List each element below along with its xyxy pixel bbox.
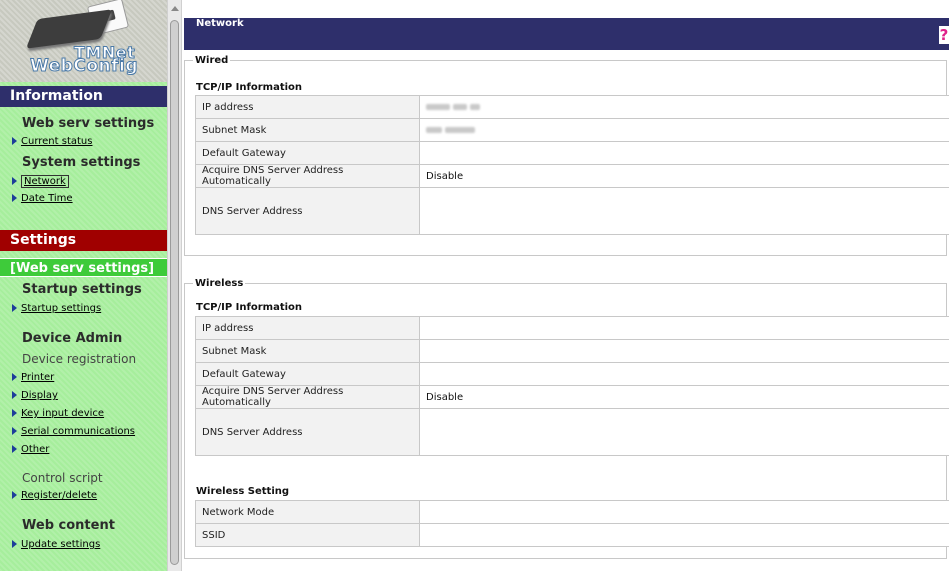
row-label: Acquire DNS Server Address Automatically	[195, 385, 420, 409]
nav-link-serial-communications[interactable]: Serial communications	[12, 426, 135, 437]
row-label: Acquire DNS Server Address Automatically	[195, 164, 420, 188]
device-registration-label: Device registration	[22, 352, 137, 366]
row-label: Default Gateway	[195, 362, 420, 386]
link-arrow-icon	[12, 491, 17, 499]
sidebar: TMNet WebConfig Information Web serv set…	[0, 0, 167, 571]
nav-link-key-input-device[interactable]: Key input device	[12, 408, 104, 419]
link-arrow-icon	[12, 427, 17, 435]
wired-tcpip-title: TCP/IP Information	[196, 82, 303, 93]
page-title: Network	[196, 18, 244, 29]
wired-legend: Wired	[195, 55, 229, 66]
nav-link-register-delete[interactable]: Register/delete	[12, 490, 97, 501]
nav-link-network[interactable]: Network	[12, 175, 69, 188]
wireless-legend: Wireless	[195, 278, 244, 289]
table-row: IP address	[195, 95, 949, 119]
table-row: Subnet Mask	[195, 118, 949, 142]
help-icon[interactable]: ?	[939, 26, 949, 44]
table-row: Network Mode	[195, 500, 949, 524]
nav-link-update-settings[interactable]: Update settings	[12, 539, 100, 550]
table-row: Default Gateway	[195, 141, 949, 165]
row-label: DNS Server Address	[195, 187, 420, 235]
control-script-label: Control script	[22, 471, 103, 485]
link-arrow-icon	[12, 540, 17, 548]
row-label: DNS Server Address	[195, 408, 420, 456]
table-row: IP address	[195, 316, 949, 340]
row-value	[419, 316, 949, 340]
nav-link-date-time[interactable]: Date Time	[12, 193, 73, 204]
link-arrow-icon	[12, 373, 17, 381]
tmnet-webconfig-logo: TMNet WebConfig	[0, 0, 167, 82]
settings-header: Settings	[0, 230, 167, 251]
wireless-tcpip-title: TCP/IP Information	[196, 302, 303, 313]
group-system-settings: System settings	[22, 155, 141, 170]
wired-ip-value	[419, 95, 949, 119]
group-web-content: Web content	[22, 518, 115, 533]
wired-tcpip-table: IP address Subnet Mask Default Gateway A…	[195, 95, 949, 235]
table-row: Acquire DNS Server Address Automatically…	[195, 164, 949, 188]
link-arrow-icon	[12, 194, 17, 202]
table-row: SSID	[195, 523, 949, 547]
link-arrow-icon	[12, 304, 17, 312]
row-value	[419, 339, 949, 363]
wired-subnet-value	[419, 118, 949, 142]
redacted-value	[426, 103, 450, 110]
row-label: Default Gateway	[195, 141, 420, 165]
row-value	[419, 362, 949, 386]
scroll-thumb[interactable]	[170, 20, 179, 565]
row-value	[419, 141, 949, 165]
row-label: SSID	[195, 523, 420, 547]
row-value	[419, 523, 949, 547]
logo-text-line2: WebConfig	[30, 56, 139, 77]
sidebar-scrollbar[interactable]	[167, 0, 182, 571]
row-value: Disable	[419, 385, 949, 409]
wireless-setting-table: Network Mode SSID	[195, 500, 949, 547]
link-arrow-icon	[12, 445, 17, 453]
wireless-setting-title: Wireless Setting	[196, 486, 290, 497]
row-value	[419, 187, 949, 235]
row-value	[419, 500, 949, 524]
scroll-up-arrow-icon[interactable]	[171, 6, 179, 11]
nav-link-current-status[interactable]: Current status	[12, 136, 92, 147]
information-header: Information	[0, 86, 167, 107]
row-label: Network Mode	[195, 500, 420, 524]
page-title-bar: Network ?	[184, 18, 949, 50]
row-label: Subnet Mask	[195, 339, 420, 363]
nav-link-printer[interactable]: Printer	[12, 372, 54, 383]
link-arrow-icon	[12, 409, 17, 417]
redacted-value	[426, 126, 442, 133]
row-value	[419, 408, 949, 456]
group-web-serv-settings: Web serv settings	[22, 116, 155, 131]
table-row: Default Gateway	[195, 362, 949, 386]
group-device-admin: Device Admin	[22, 331, 123, 346]
table-row: DNS Server Address	[195, 187, 949, 235]
table-row: Acquire DNS Server Address Automatically…	[195, 385, 949, 409]
link-arrow-icon	[12, 137, 17, 145]
table-row: Subnet Mask	[195, 339, 949, 363]
wireless-tcpip-table: IP address Subnet Mask Default Gateway A…	[195, 316, 949, 456]
nav-link-other[interactable]: Other	[12, 444, 49, 455]
table-row: DNS Server Address	[195, 408, 949, 456]
main-content: Network ? Wired TCP/IP Information IP ad…	[184, 0, 949, 571]
row-label: IP address	[195, 316, 420, 340]
nav-link-startup-settings[interactable]: Startup settings	[12, 303, 101, 314]
active-section-web-serv-settings[interactable]: [Web serv settings]	[0, 258, 167, 277]
row-value: Disable	[419, 164, 949, 188]
nav-link-display[interactable]: Display	[12, 390, 58, 401]
group-startup-settings: Startup settings	[22, 282, 142, 297]
link-arrow-icon	[12, 391, 17, 399]
row-label: Subnet Mask	[195, 118, 420, 142]
row-label: IP address	[195, 95, 420, 119]
link-arrow-icon	[12, 177, 17, 185]
